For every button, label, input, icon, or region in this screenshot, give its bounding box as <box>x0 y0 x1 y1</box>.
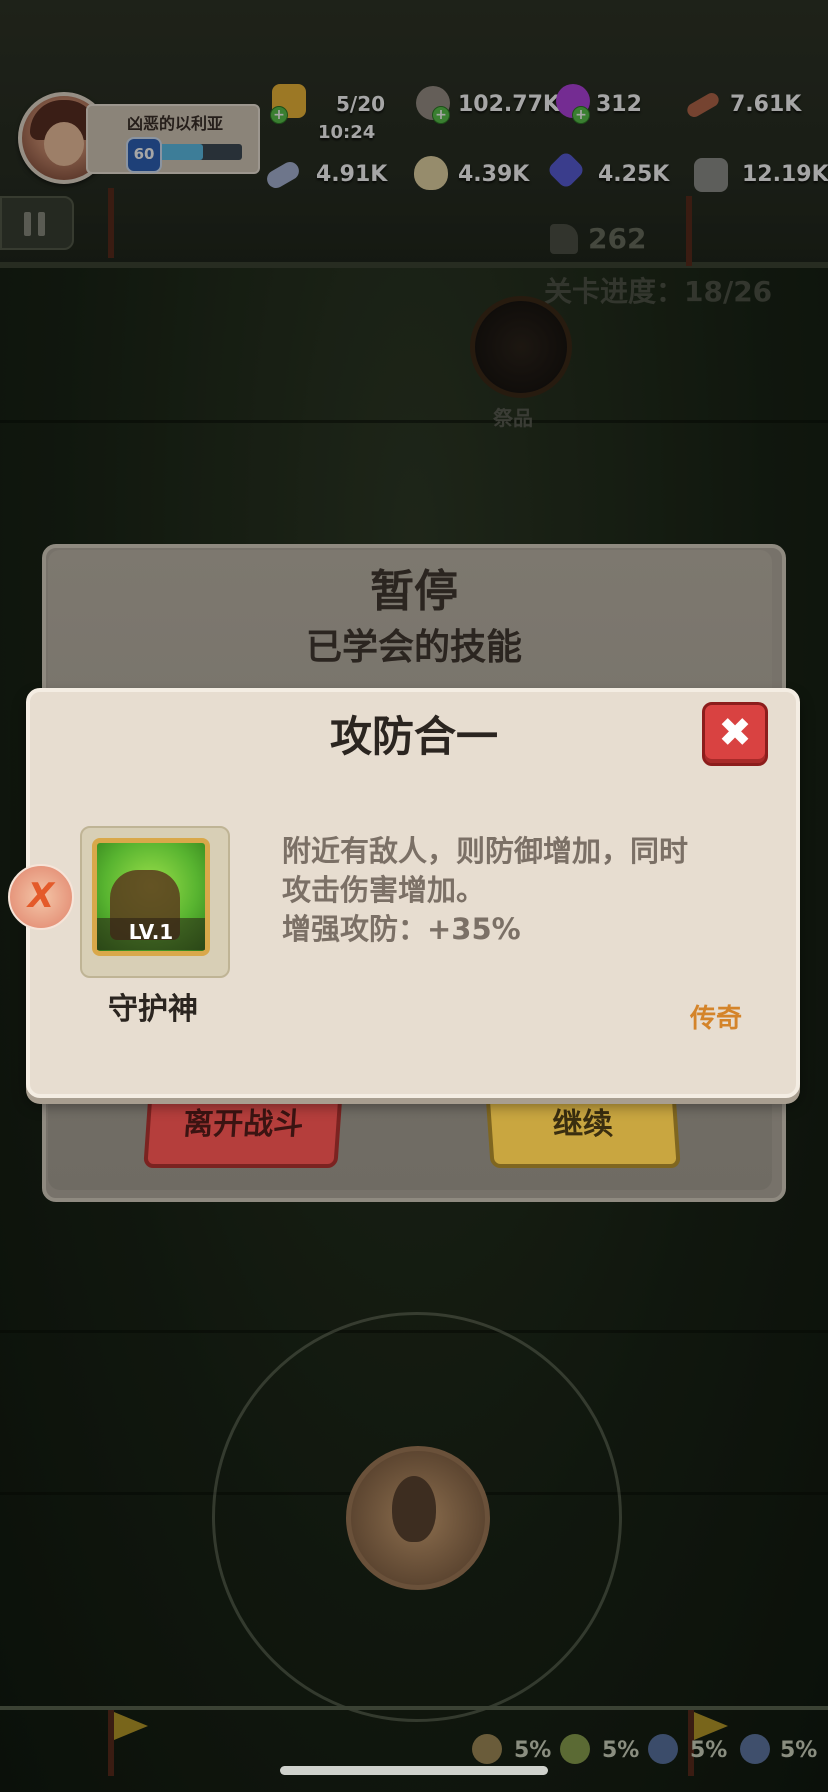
skill-description: 附近有敌人，则防御增加，同时 攻击伤害增加。 增强攻防：+35% <box>282 832 772 949</box>
footprint-icon <box>392 1476 436 1542</box>
leaf-icon <box>560 1734 590 1764</box>
side-x-icon[interactable]: X <box>8 864 74 930</box>
skill-description-line: 攻击伤害增加。 <box>282 873 486 907</box>
learned-skills-heading: 已学会的技能 <box>305 627 522 668</box>
skill-bonus: 增强攻防：+35% <box>282 912 521 946</box>
continue-button[interactable]: 继续 <box>485 1090 681 1168</box>
storm-icon <box>648 1734 678 1764</box>
stat-value: 5% <box>690 1738 728 1763</box>
wind-icon <box>740 1734 770 1764</box>
skill-description-line: 附近有敌人，则防御增加，同时 <box>282 834 689 868</box>
close-x-icon: ✖ <box>718 710 752 756</box>
stat-value: 5% <box>602 1738 640 1763</box>
stat-value: 5% <box>514 1738 552 1763</box>
leave-battle-button[interactable]: 离开战斗 <box>143 1090 343 1168</box>
sun-icon <box>472 1734 502 1764</box>
pause-title: 暂停 <box>370 566 458 617</box>
skill-level: LV.1 <box>128 920 174 944</box>
home-indicator[interactable] <box>280 1766 548 1775</box>
close-button[interactable]: ✖ <box>702 702 768 766</box>
skill-name: 守护神 <box>108 992 198 1027</box>
bottom-divider <box>0 1706 828 1710</box>
stat-value: 5% <box>780 1738 818 1763</box>
skill-rarity: 传奇 <box>690 1004 743 1034</box>
